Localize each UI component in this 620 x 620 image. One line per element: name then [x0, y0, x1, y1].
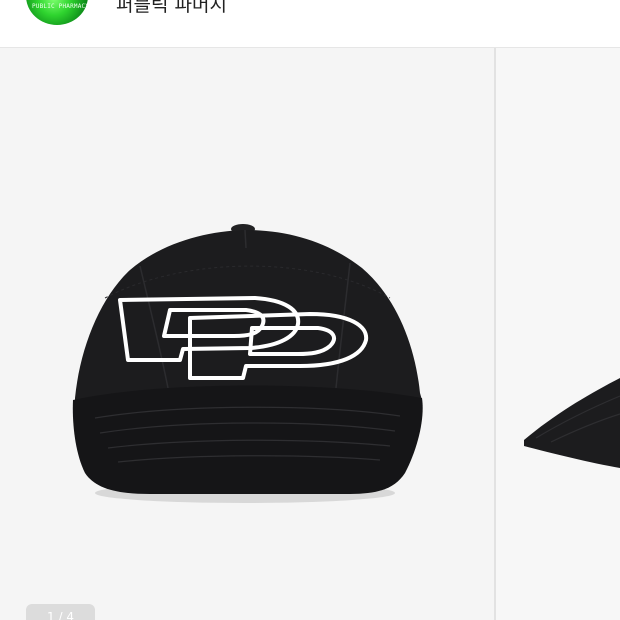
image-counter-badge: 1 / 4: [26, 604, 95, 620]
gallery-slide-side[interactable]: [496, 48, 620, 620]
gallery-slide-front[interactable]: 1 / 4: [0, 48, 494, 620]
shop-avatar[interactable]: PUBLIC PHARMACY: [26, 0, 88, 25]
shop-name[interactable]: 퍼블릭 파머시: [116, 0, 227, 16]
app-header: PUBLIC PHARMACY 퍼블릭 파머시: [0, 0, 620, 48]
cap-front-image: [72, 224, 423, 503]
product-image-gallery[interactable]: 1 / 4: [0, 48, 620, 620]
cap-side-image: [524, 378, 620, 468]
avatar-logo-text: PUBLIC PHARMACY: [32, 3, 88, 10]
